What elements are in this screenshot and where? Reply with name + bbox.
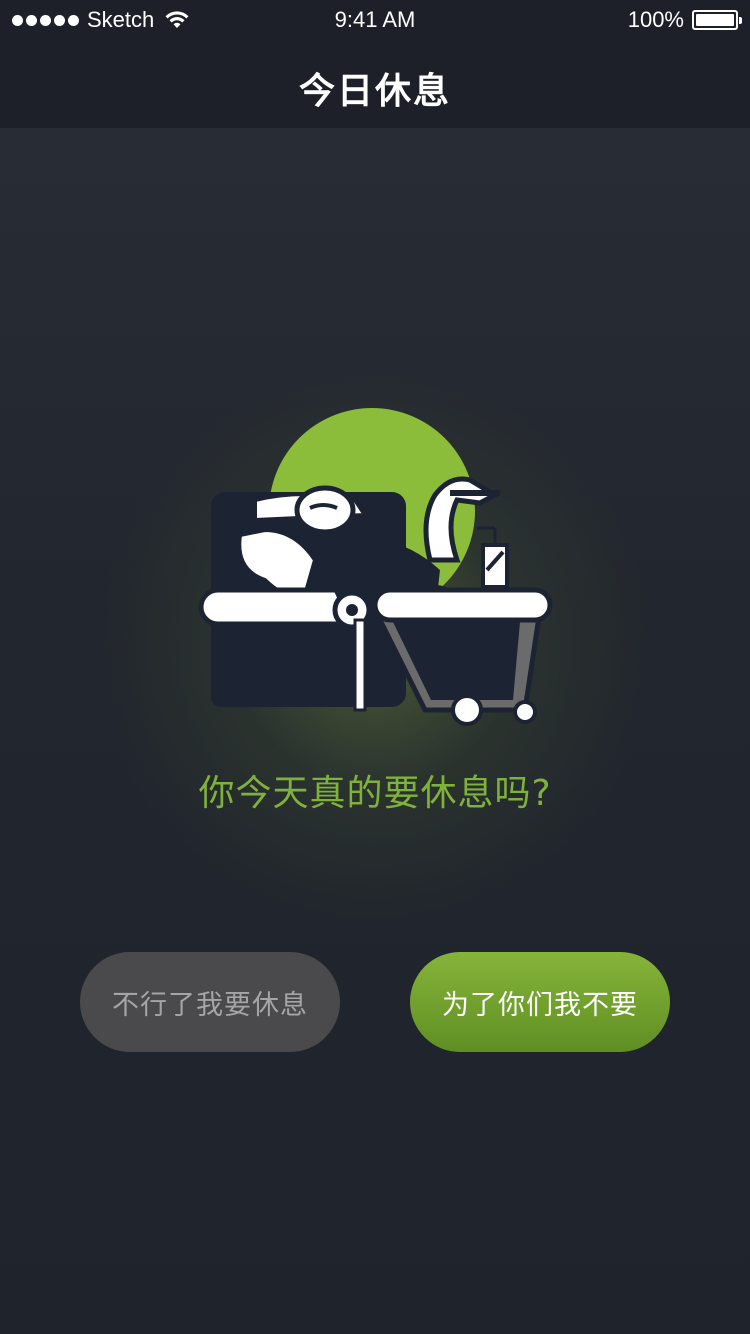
status-bar: Sketch 9:41 AM 100% <box>0 0 750 40</box>
rest-button[interactable]: 不行了我要休息 <box>80 952 340 1052</box>
rest-question: 你今天真的要休息吗? <box>198 773 552 814</box>
main-content <box>0 128 750 1334</box>
page-title: 今日休息 <box>298 71 451 112</box>
stay-button[interactable]: 为了你们我不要 <box>410 952 670 1052</box>
battery-icon <box>692 10 742 30</box>
battery-percentage: 100% <box>627 7 684 32</box>
lazy-person-on-sofa-illustration <box>198 408 553 726</box>
